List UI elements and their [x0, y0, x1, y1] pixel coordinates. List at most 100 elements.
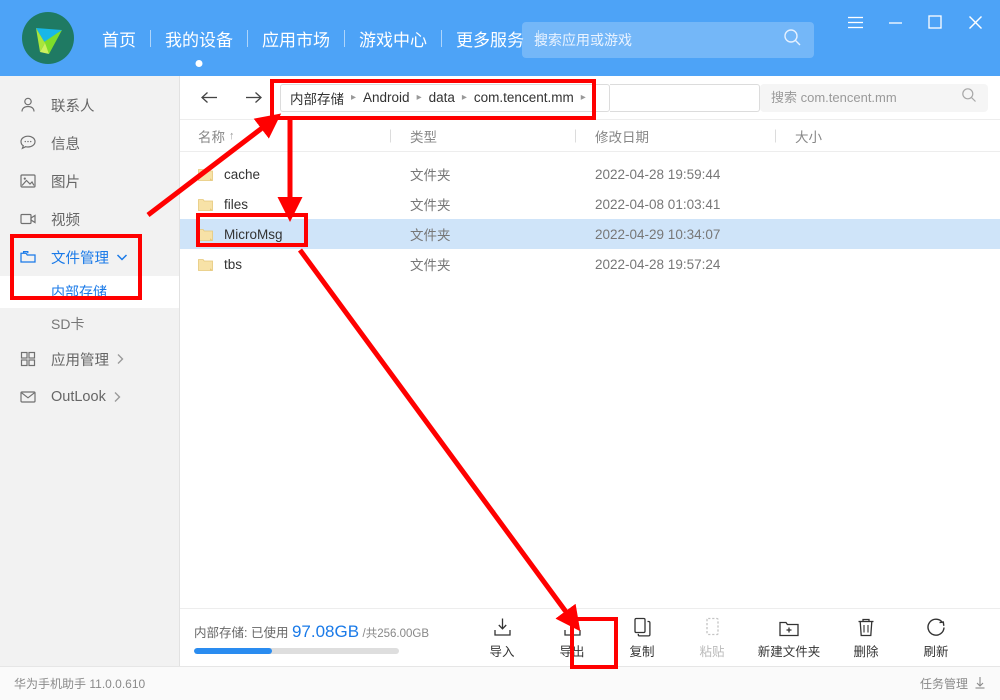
sidebar-item-outlook[interactable]: OutLook	[0, 378, 179, 416]
file-name-text: cache	[224, 166, 261, 182]
close-icon[interactable]	[958, 8, 992, 36]
breadcrumb-segment-2[interactable]: data	[429, 90, 455, 105]
column-header-name[interactable]: 名称 ↑	[180, 126, 390, 146]
table-row[interactable]: tbs 文件夹 2022-04-28 19:57:24	[180, 249, 1000, 279]
column-label-date: 修改日期	[595, 129, 649, 145]
paste-button[interactable]: 粘贴	[677, 616, 747, 660]
file-search-box[interactable]	[760, 83, 988, 112]
file-name-cell: tbs	[180, 257, 390, 272]
app-name: 华为手机助手	[14, 677, 87, 691]
file-search-input[interactable]	[771, 90, 961, 105]
delete-button[interactable]: 删除	[831, 616, 901, 660]
menu-icon[interactable]	[838, 8, 872, 36]
file-name-text: tbs	[224, 256, 243, 272]
storage-progress-fill	[194, 647, 272, 654]
nav-active-indicator	[195, 59, 203, 67]
nav-item-3[interactable]: 游戏中心	[345, 26, 441, 51]
contacts-person-icon	[18, 95, 38, 115]
chevron-down-icon	[116, 253, 128, 262]
window-controls	[838, 8, 992, 36]
status-bar: 华为手机助手 11.0.0.610 任务管理	[0, 666, 1000, 700]
paste-icon	[702, 616, 723, 638]
trash-delete-icon	[856, 616, 876, 638]
sidebar-item-app-manager[interactable]: 应用管理	[0, 340, 179, 378]
breadcrumb[interactable]: 内部存储 ▸ Android ▸ data ▸ com.tencent.mm ▸	[280, 83, 610, 112]
video-camera-icon	[18, 209, 38, 229]
folder-icon	[198, 257, 213, 271]
file-type-cell: 文件夹	[410, 168, 451, 183]
sidebar-label-pictures: 图片	[51, 174, 80, 191]
new-folder-button[interactable]: 新建文件夹	[747, 616, 831, 660]
sidebar: 联系人 信息 图片 视频 文件管理 内部存储 SD卡 应用管理 OutLook	[0, 76, 180, 666]
delete-label: 删除	[853, 644, 879, 659]
sidebar-label-sd-card: SD卡	[51, 316, 85, 332]
file-type-cell: 文件夹	[410, 228, 451, 243]
storage-used-value: 97.08GB	[291, 621, 360, 641]
import-button[interactable]: 导入	[467, 616, 537, 660]
export-button[interactable]: 导出	[537, 616, 607, 660]
breadcrumb-segment-0[interactable]: 内部存储	[290, 88, 344, 108]
sidebar-label-app-manager: 应用管理	[51, 352, 109, 369]
chevron-right-icon	[113, 391, 122, 403]
export-label: 导出	[559, 644, 585, 659]
column-header-type[interactable]: 类型	[390, 126, 575, 146]
task-manager-button[interactable]: 任务管理	[920, 675, 986, 692]
sidebar-item-file-manager[interactable]: 文件管理	[0, 238, 179, 276]
storage-prefix: 内部存储: 已使用	[194, 625, 289, 640]
file-date-cell: 2022-04-08 01:03:41	[595, 196, 721, 212]
nav-item-0[interactable]: 首页	[88, 26, 150, 51]
sidebar-item-messages[interactable]: 信息	[0, 124, 179, 162]
chevron-right-icon	[116, 353, 125, 365]
copy-label: 复制	[629, 644, 655, 659]
app-search-input[interactable]	[534, 32, 783, 48]
sidebar-item-contacts[interactable]: 联系人	[0, 86, 179, 124]
column-label-type: 类型	[410, 129, 437, 145]
file-name-cell: cache	[180, 167, 390, 182]
maximize-icon[interactable]	[918, 8, 952, 36]
table-row[interactable]: MicroMsg 文件夹 2022-04-29 10:34:07	[180, 219, 1000, 249]
arrow-left-icon[interactable]	[194, 83, 224, 113]
breadcrumb-bar: 内部存储 ▸ Android ▸ data ▸ com.tencent.mm ▸	[180, 76, 1000, 120]
sidebar-item-internal-storage[interactable]: 内部存储	[0, 276, 179, 308]
toolbar-buttons: 导入 导出 复制 粘贴 新建文件夹 删除 刷新	[467, 616, 971, 660]
column-label-name: 名称	[198, 129, 225, 145]
breadcrumb-input-area[interactable]	[610, 83, 760, 112]
storage-text: 内部存储: 已使用 97.08GB /共256.00GB	[194, 621, 429, 642]
breadcrumb-segment-3[interactable]: com.tencent.mm	[474, 90, 574, 105]
app-search-box[interactable]	[522, 22, 814, 58]
column-divider	[775, 129, 776, 142]
arrow-right-icon[interactable]	[238, 83, 268, 113]
nav-label-0: 首页	[102, 30, 136, 50]
folder-icon	[18, 247, 38, 267]
search-icon	[783, 28, 802, 52]
table-row[interactable]: files 文件夹 2022-04-08 01:03:41	[180, 189, 1000, 219]
copy-button[interactable]: 复制	[607, 616, 677, 660]
sidebar-item-sd-card[interactable]: SD卡	[0, 308, 179, 340]
table-row[interactable]: cache 文件夹 2022-04-28 19:59:44	[180, 159, 1000, 189]
nav-item-2[interactable]: 应用市场	[248, 26, 344, 51]
huawei-hisuite-logo-icon	[22, 12, 74, 64]
refresh-icon	[926, 616, 947, 638]
download-arrow-icon	[974, 676, 986, 692]
folder-icon	[198, 227, 213, 241]
file-name-text: MicroMsg	[224, 226, 283, 242]
file-type-cell: 文件夹	[410, 258, 451, 273]
app-version: 11.0.0.610	[89, 677, 146, 691]
nav-item-1[interactable]: 我的设备	[151, 26, 247, 67]
file-list-header: 名称 ↑ 类型 修改日期 大小	[180, 120, 1000, 152]
sidebar-label-videos: 视频	[51, 212, 80, 229]
search-icon	[961, 87, 977, 108]
breadcrumb-segment-1[interactable]: Android	[363, 90, 410, 105]
sidebar-item-videos[interactable]: 视频	[0, 200, 179, 238]
sidebar-item-pictures[interactable]: 图片	[0, 162, 179, 200]
app-header: 首页 我的设备 应用市场 游戏中心 更多服务	[0, 0, 1000, 76]
sidebar-label-messages: 信息	[51, 136, 80, 153]
picture-icon	[18, 171, 38, 191]
refresh-button[interactable]: 刷新	[901, 616, 971, 660]
column-header-date[interactable]: 修改日期	[575, 126, 775, 146]
column-header-size[interactable]: 大小	[775, 126, 895, 146]
file-browser-pane: 内部存储 ▸ Android ▸ data ▸ com.tencent.mm ▸	[180, 76, 1000, 666]
export-upload-icon	[562, 616, 583, 638]
minimize-icon[interactable]	[878, 8, 912, 36]
column-label-size: 大小	[795, 129, 822, 145]
